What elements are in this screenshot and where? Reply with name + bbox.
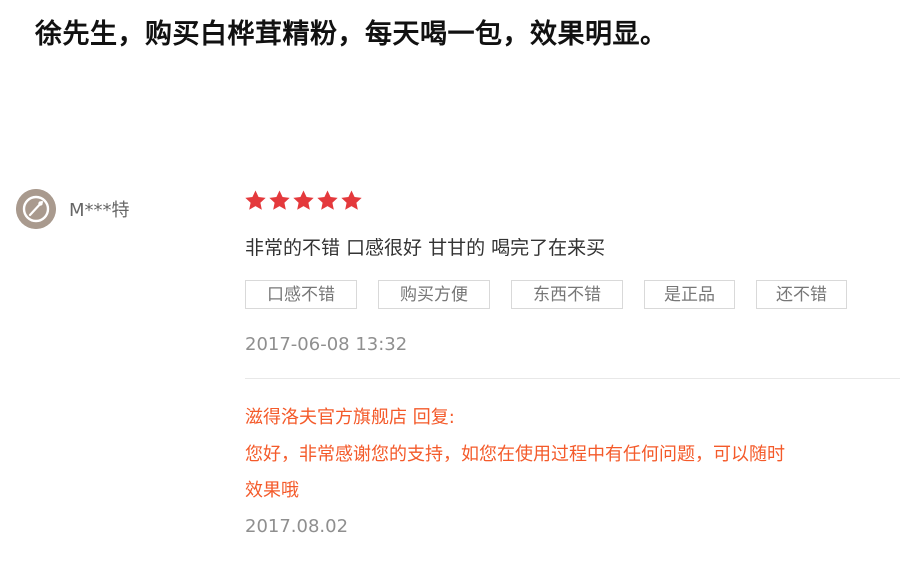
review-tag[interactable]: 还不错 <box>756 280 847 309</box>
review-tags: 口感不错 购买方便 东西不错 是正品 还不错 <box>245 280 847 309</box>
avatar-graphic <box>16 189 56 229</box>
review-content: 非常的不错 口感很好 甘甘的 喝完了在来买 <box>245 237 606 259</box>
reply-divider <box>245 378 900 379</box>
shop-reply-text: 您好，非常感谢您的支持，如您在使用过程中有任何问题，可以随时 <box>245 444 785 465</box>
star-icon <box>317 190 338 210</box>
user-avatar-icon[interactable] <box>16 189 56 229</box>
star-icon <box>269 190 290 210</box>
star-icon <box>293 190 314 210</box>
review-tag[interactable]: 口感不错 <box>245 280 357 309</box>
shop-reply-date: 2017.08.02 <box>245 516 349 537</box>
review-tag[interactable]: 是正品 <box>644 280 735 309</box>
review-tag[interactable]: 东西不错 <box>511 280 623 309</box>
star-icon <box>245 190 266 210</box>
review-tag[interactable]: 购买方便 <box>378 280 490 309</box>
reviewer-username[interactable]: M***特 <box>69 196 130 222</box>
star-rating <box>244 189 363 212</box>
shop-reply-title: 滋得洛夫官方旗舰店 回复: <box>245 407 455 428</box>
review-date: 2017-06-08 13:32 <box>245 334 408 355</box>
star-icon <box>341 190 362 210</box>
shop-reply-text-continued: 效果哦 <box>245 480 299 501</box>
headline: 徐先生，购买白桦茸精粉，每天喝一包，效果明显。 <box>35 19 668 50</box>
